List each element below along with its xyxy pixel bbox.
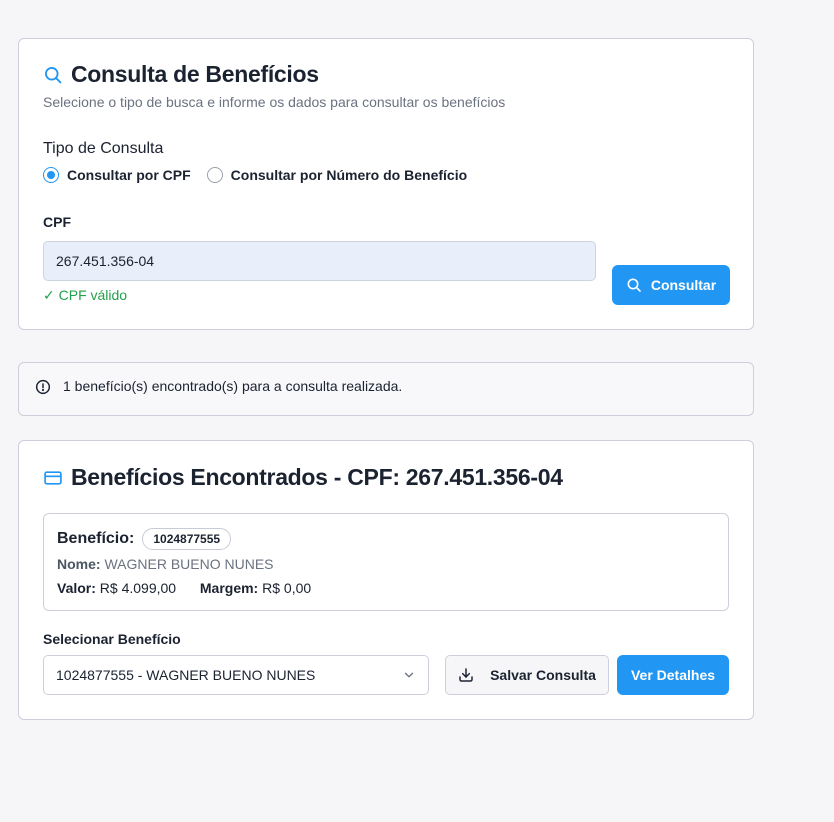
results-title-row: Benefícios Encontrados - CPF: 267.451.35…	[43, 464, 563, 491]
radio-benefit-number-label: Consultar por Número do Benefício	[230, 167, 468, 183]
radio-option-benefit-number[interactable]: Consultar por Número do Benefício	[206, 167, 468, 183]
benefit-name-row: Nome: WAGNER BUENO NUNES	[57, 556, 274, 572]
benefit-select-value: 1024877555 - WAGNER BUENO NUNES	[56, 667, 316, 683]
benefit-value-label: Valor:	[57, 580, 96, 596]
benefit-value: R$ 4.099,00	[99, 580, 177, 596]
credit-card-icon	[43, 468, 63, 488]
benefit-values-row: Valor: R$ 4.099,00 Margem: R$ 0,00	[57, 580, 311, 596]
cpf-valid-message: ✓ CPF válido	[43, 287, 128, 303]
results-card: Benefícios Encontrados - CPF: 267.451.35…	[18, 440, 754, 720]
save-query-label: Salvar Consulta	[490, 667, 596, 683]
search-icon	[43, 65, 63, 85]
benefit-margin: R$ 0,00	[262, 580, 312, 596]
select-benefit-label: Selecionar Benefício	[43, 631, 181, 647]
radio-cpf[interactable]	[43, 167, 59, 183]
benefit-number-badge: 1024877555	[142, 528, 232, 550]
benefit-name-label: Nome:	[57, 556, 101, 572]
benefit-summary: Benefício: 1024877555 Nome: WAGNER BUENO…	[43, 513, 729, 611]
consult-button-label: Consultar	[650, 277, 717, 293]
search-icon	[626, 277, 642, 293]
cpf-input[interactable]	[43, 241, 596, 281]
query-type-radio-group: Consultar por CPF Consultar por Número d…	[43, 167, 483, 183]
alert-circle-icon	[35, 379, 51, 395]
query-type-label: Tipo de Consulta	[43, 140, 164, 157]
radio-option-cpf[interactable]: Consultar por CPF	[43, 167, 191, 183]
search-title-row: Consulta de Benefícios	[43, 61, 319, 88]
search-title: Consulta de Benefícios	[71, 61, 319, 87]
benefit-name-value: WAGNER BUENO NUNES	[104, 556, 274, 572]
search-subtitle: Selecione o tipo de busca e informe os d…	[43, 94, 506, 110]
cpf-label: CPF	[43, 214, 71, 230]
info-alert: 1 benefício(s) encontrado(s) para a cons…	[18, 362, 754, 416]
search-card: Consulta de Benefícios Selecione o tipo …	[18, 38, 754, 330]
benefit-margin-label: Margem:	[199, 580, 259, 596]
view-details-button[interactable]: Ver Detalhes	[617, 655, 729, 695]
consult-button[interactable]: Consultar	[612, 265, 730, 305]
radio-benefit-number[interactable]	[206, 167, 223, 183]
save-query-button[interactable]: Salvar Consulta	[445, 655, 609, 695]
benefit-header: Benefício: 1024877555	[57, 528, 232, 550]
alert-message: 1 benefício(s) encontrado(s) para a cons…	[63, 378, 403, 394]
radio-cpf-label: Consultar por CPF	[67, 167, 191, 183]
results-title: Benefícios Encontrados - CPF: 267.451.35…	[71, 464, 563, 490]
benefit-label: Benefício:	[57, 530, 135, 547]
benefit-select[interactable]: 1024877555 - WAGNER BUENO NUNES	[43, 655, 429, 695]
chevron-down-icon	[402, 668, 416, 682]
download-icon	[458, 667, 474, 683]
